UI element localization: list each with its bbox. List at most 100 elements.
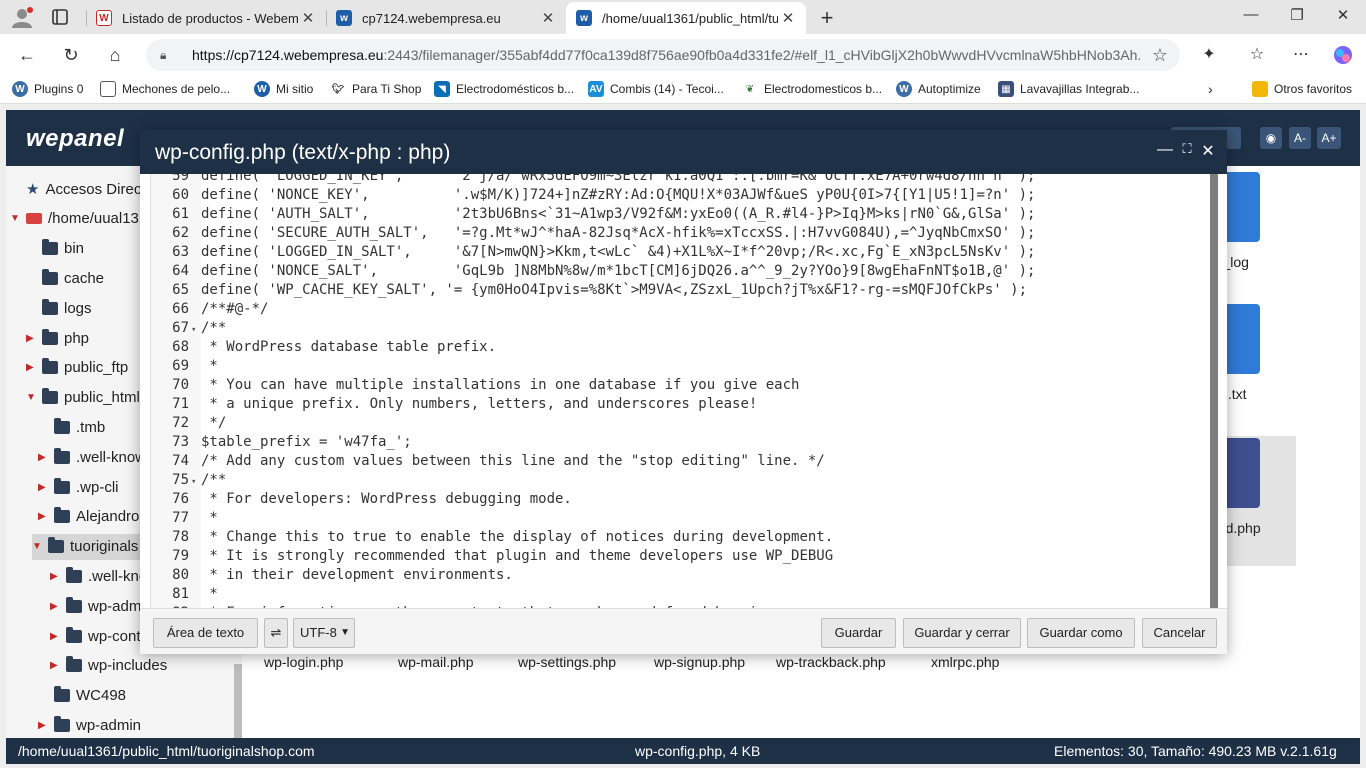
close-window-icon[interactable]: ✕ — [1328, 6, 1358, 24]
tree-item[interactable]: ▶ .well-know — [38, 444, 146, 470]
tree-item[interactable]: ★ Accesos Direc — [10, 176, 141, 202]
code-line[interactable]: 72 */ — [151, 414, 226, 433]
bookmark-item[interactable]: Mechones de pelo... — [100, 81, 230, 97]
copilot-icon[interactable] — [1332, 44, 1354, 66]
dialog-titlebar[interactable]: wp-config.php (text/x-php : php) — ⛶ ✕ — [140, 130, 1227, 174]
tree-item[interactable]: WC498 — [38, 683, 126, 709]
code-line[interactable]: 65 define( 'WP_CACHE_KEY_SALT', '= {ym0Ho… — [151, 281, 1027, 300]
editor-scroll-thumb[interactable] — [1210, 174, 1218, 608]
expand-down-icon[interactable]: ▼ — [26, 392, 38, 403]
expand-right-icon[interactable]: ▶ — [38, 511, 50, 522]
tree-item[interactable]: ▶ wp-includes — [50, 653, 167, 679]
font-decrease-button[interactable]: A- — [1289, 127, 1311, 149]
bookmark-star-icon[interactable]: ☆ — [1152, 45, 1168, 66]
save-button[interactable]: Guardar — [821, 618, 896, 648]
site-info-icon[interactable]: 🔒︎ — [160, 48, 178, 63]
file-name[interactable]: xmlrpc.php — [931, 654, 999, 670]
code-line[interactable]: 67 ▾/** — [151, 319, 226, 338]
code-line[interactable]: 60 define( 'NONCE_KEY', '.w$M/K)]724+]nZ#… — [151, 186, 1035, 205]
close-tab-icon[interactable]: ✕ — [298, 9, 318, 27]
expand-right-icon[interactable]: ▶ — [38, 482, 50, 493]
bookmark-item[interactable]: ◥ Electrodomésticos b... — [434, 81, 574, 97]
tree-item[interactable]: cache — [26, 265, 104, 291]
tab-cp7124[interactable]: w cp7124.webempresa.eu ✕ — [326, 2, 566, 34]
favorites-icon[interactable]: ☆ — [1246, 44, 1268, 66]
code-line[interactable]: 59 define( 'LOGGED_IN_KEY', '2 j/a/ wRx5d… — [151, 174, 1035, 186]
minimize-dialog-icon[interactable]: — — [1156, 141, 1174, 159]
code-line[interactable]: 77 * — [151, 509, 218, 528]
expand-right-icon[interactable]: ▶ — [50, 571, 62, 582]
tree-item[interactable]: ▶ wp-cont — [50, 623, 141, 649]
tree-item[interactable]: logs — [26, 295, 92, 321]
bookmark-item[interactable]: ▦ Lavavajillas Integrab... — [998, 81, 1139, 97]
textarea-mode-button[interactable]: Área de texto — [153, 618, 258, 648]
code-line[interactable]: 78 * Change this to true to enable the d… — [151, 528, 833, 547]
expand-right-icon[interactable]: ▶ — [50, 601, 62, 612]
more-bookmarks-icon[interactable]: › — [1208, 81, 1213, 97]
expand-right-icon[interactable]: ▶ — [26, 333, 38, 344]
code-line[interactable]: 75 ▾/** — [151, 471, 226, 490]
tree-item[interactable]: ▶ public_ftp — [26, 355, 128, 381]
expand-right-icon[interactable]: ▶ — [38, 720, 50, 731]
code-line[interactable]: 80 * in their development environments. — [151, 566, 513, 585]
cancel-button[interactable]: Cancelar — [1142, 618, 1217, 648]
expand-right-icon[interactable]: ▶ — [50, 631, 62, 642]
file-name[interactable]: wp-trackback.php — [776, 654, 886, 670]
restore-window-icon[interactable]: ❐ — [1282, 6, 1312, 24]
code-line[interactable]: 61 define( 'AUTH_SALT', '2t3bU6Bns<`31~A1… — [151, 205, 1035, 224]
tab-actions-icon[interactable] — [50, 7, 70, 27]
save-close-button[interactable]: Guardar y cerrar — [903, 618, 1021, 648]
bookmark-item[interactable]: W Autoptimize — [896, 81, 981, 97]
code-line[interactable]: 69 * — [151, 357, 218, 376]
code-line[interactable]: 66 /**#@-*/ — [151, 300, 268, 319]
tree-item[interactable]: .tmb — [38, 414, 105, 440]
expand-right-icon[interactable]: ▶ — [26, 362, 38, 373]
expand-down-icon[interactable]: ▼ — [32, 541, 44, 552]
code-line[interactable]: 76 * For developers: WordPress debugging… — [151, 490, 572, 509]
file-name[interactable]: wp-login.php — [264, 654, 343, 670]
extensions-icon[interactable]: ✦ — [1198, 44, 1220, 66]
reload-icon[interactable]: ↻ — [58, 42, 84, 68]
code-line[interactable]: 62 define( 'SECURE_AUTH_SALT', '=?g.Mt*wJ… — [151, 224, 1035, 243]
tab-filemanager[interactable]: w /home/uual1361/public_html/tuo ✕ — [566, 2, 806, 34]
bookmark-item[interactable]: W Mi sitio — [254, 81, 313, 97]
code-line[interactable]: 68 * WordPress database table prefix. — [151, 338, 496, 357]
tree-item[interactable]: ▶ .wp-cli — [38, 474, 119, 500]
bookmark-item[interactable]: 🐦︎ Para Ti Shop — [330, 81, 421, 97]
code-line[interactable]: 71 * a unique prefix. Only numbers, lett… — [151, 395, 757, 414]
tree-item[interactable]: ▼ public_html — [26, 385, 140, 411]
code-line[interactable]: 73 $table_prefix = 'w47fa_'; — [151, 433, 412, 452]
settings-sliders-icon[interactable]: ⇌ — [264, 618, 288, 648]
tree-item[interactable]: ▼ /home/uual13 — [10, 206, 139, 232]
close-tab-icon[interactable]: ✕ — [778, 9, 798, 27]
code-line[interactable]: 64 define( 'NONCE_SALT', 'GqL9b ]N8MbN%8w… — [151, 262, 1035, 281]
tree-item[interactable]: ▶ .well-kno — [50, 563, 147, 589]
bookmark-item[interactable]: AV Combis (14) - Tecoi... — [588, 81, 724, 97]
code-line[interactable]: 74 /* Add any custom values between this … — [151, 452, 825, 471]
profile-icon[interactable] — [10, 6, 34, 28]
code-line[interactable]: 81 * — [151, 585, 218, 604]
expand-down-icon[interactable]: ▼ — [10, 213, 22, 224]
file-name[interactable]: wp-mail.php — [398, 654, 473, 670]
editor-scrollbar[interactable] — [1210, 174, 1218, 608]
bookmark-item[interactable]: W Plugins 0 — [12, 81, 83, 97]
back-icon[interactable]: ← — [14, 42, 40, 68]
other-favorites[interactable]: Otros favoritos — [1252, 81, 1352, 97]
close-dialog-icon[interactable]: ✕ — [1199, 141, 1217, 161]
code-editor[interactable]: 59 define( 'LOGGED_IN_KEY', '2 j/a/ wRx5d… — [150, 174, 1220, 608]
tree-item[interactable]: ▶ Alejandro — [38, 504, 139, 530]
code-line[interactable]: 70 * You can have multiple installations… — [151, 376, 799, 395]
save-as-button[interactable]: Guardar como — [1027, 618, 1135, 648]
file-name[interactable]: wp-signup.php — [654, 654, 745, 670]
address-bar[interactable]: 🔒︎ https://cp7124.webempresa.eu:2443/fil… — [146, 39, 1180, 71]
file-name[interactable]: wp-settings.php — [518, 654, 616, 670]
tree-item[interactable]: ▶ wp-adm — [50, 593, 141, 619]
tab-productos[interactable]: W Listado de productos - Webempre ✕ — [86, 2, 326, 34]
tree-scrollbar[interactable] — [234, 664, 242, 738]
menu-icon[interactable]: ⋯ — [1290, 44, 1312, 66]
home-icon[interactable]: ⌂ — [102, 42, 128, 68]
fullscreen-dialog-icon[interactable]: ⛶ — [1178, 141, 1196, 157]
tree-item[interactable]: bin — [26, 236, 84, 262]
font-increase-button[interactable]: A+ — [1317, 127, 1341, 149]
bookmark-item[interactable]: ❦ Electrodomesticos b... — [742, 81, 882, 97]
